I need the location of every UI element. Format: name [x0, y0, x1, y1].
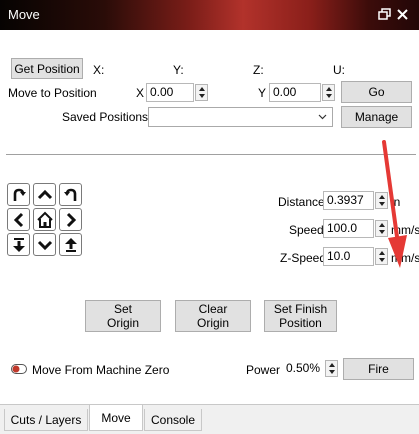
power-stepper[interactable] — [325, 360, 338, 377]
move-x-stepper[interactable] — [195, 84, 208, 101]
set-finish-position-button[interactable]: Set Finish Position — [264, 300, 337, 332]
speed-input[interactable]: 100.0 — [323, 219, 374, 238]
restore-icon[interactable] — [378, 8, 391, 21]
tab-bar: Cuts / Layers Move Console — [0, 404, 419, 434]
set-origin-button[interactable]: Set Origin — [85, 300, 161, 332]
clear-origin-button[interactable]: Clear Origin — [175, 300, 251, 332]
jog-z-down-button[interactable] — [7, 233, 30, 256]
distance-label: Distance — [278, 195, 325, 209]
zspeed-input[interactable]: 10.0 — [323, 247, 374, 266]
tab-cuts-layers[interactable]: Cuts / Layers — [4, 409, 88, 431]
move-from-zero-toggle[interactable] — [11, 364, 27, 374]
go-button[interactable]: Go — [341, 81, 412, 103]
power-label: Power — [246, 363, 281, 377]
jog-home-button[interactable] — [33, 208, 56, 231]
move-x-label: X — [136, 86, 145, 100]
distance-input[interactable]: 0.3937 — [323, 191, 374, 210]
home-icon — [36, 211, 53, 228]
jog-rotate-cw-button[interactable] — [59, 183, 82, 206]
window-titlebar: Move — [0, 0, 419, 30]
window-title: Move — [8, 7, 40, 22]
chevron-down-icon — [318, 114, 327, 120]
jog-right-button[interactable] — [59, 208, 82, 231]
close-icon[interactable] — [396, 8, 409, 21]
move-x-input[interactable]: 0.00 — [146, 83, 194, 102]
z-up-icon — [64, 237, 77, 252]
z-down-icon — [12, 237, 25, 252]
arrow-right-icon — [66, 212, 76, 227]
annotation-arrow-icon — [382, 140, 407, 268]
arrow-down-icon — [37, 240, 52, 250]
move-y-label: Y — [258, 86, 267, 100]
position-u-label: U: — [333, 63, 345, 77]
saved-positions-label: Saved Positions: — [62, 110, 152, 124]
speed-label: Speed — [289, 223, 324, 237]
jog-z-up-button[interactable] — [59, 233, 82, 256]
rotate-cw-icon — [63, 188, 76, 201]
move-from-zero-label: Move From Machine Zero — [32, 363, 170, 377]
manage-button[interactable]: Manage — [341, 106, 412, 128]
move-to-position-label: Move to Position — [8, 86, 97, 100]
zspeed-label: Z-Speed — [280, 251, 327, 265]
saved-positions-select[interactable] — [148, 107, 333, 127]
jog-down-button[interactable] — [33, 233, 56, 256]
jog-left-button[interactable] — [7, 208, 30, 231]
tab-move[interactable]: Move — [89, 405, 143, 431]
section-divider — [6, 154, 416, 155]
position-x-label: X: — [93, 63, 105, 77]
power-input[interactable]: 0.50% — [282, 359, 324, 378]
jog-rotate-ccw-button[interactable] — [7, 183, 30, 206]
position-z-label: Z: — [253, 63, 264, 77]
jog-up-button[interactable] — [33, 183, 56, 206]
move-y-stepper[interactable] — [322, 84, 335, 101]
move-panel: Get Position X: Y: Z: U: Move to Positio… — [0, 30, 419, 404]
position-y-label: Y: — [173, 63, 184, 77]
fire-button[interactable]: Fire — [343, 358, 414, 380]
tab-console[interactable]: Console — [144, 409, 202, 431]
arrow-left-icon — [13, 212, 23, 227]
get-position-button[interactable]: Get Position — [11, 58, 83, 79]
arrow-up-icon — [37, 189, 52, 199]
rotate-ccw-icon — [13, 188, 26, 201]
move-y-input[interactable]: 0.00 — [269, 83, 321, 102]
